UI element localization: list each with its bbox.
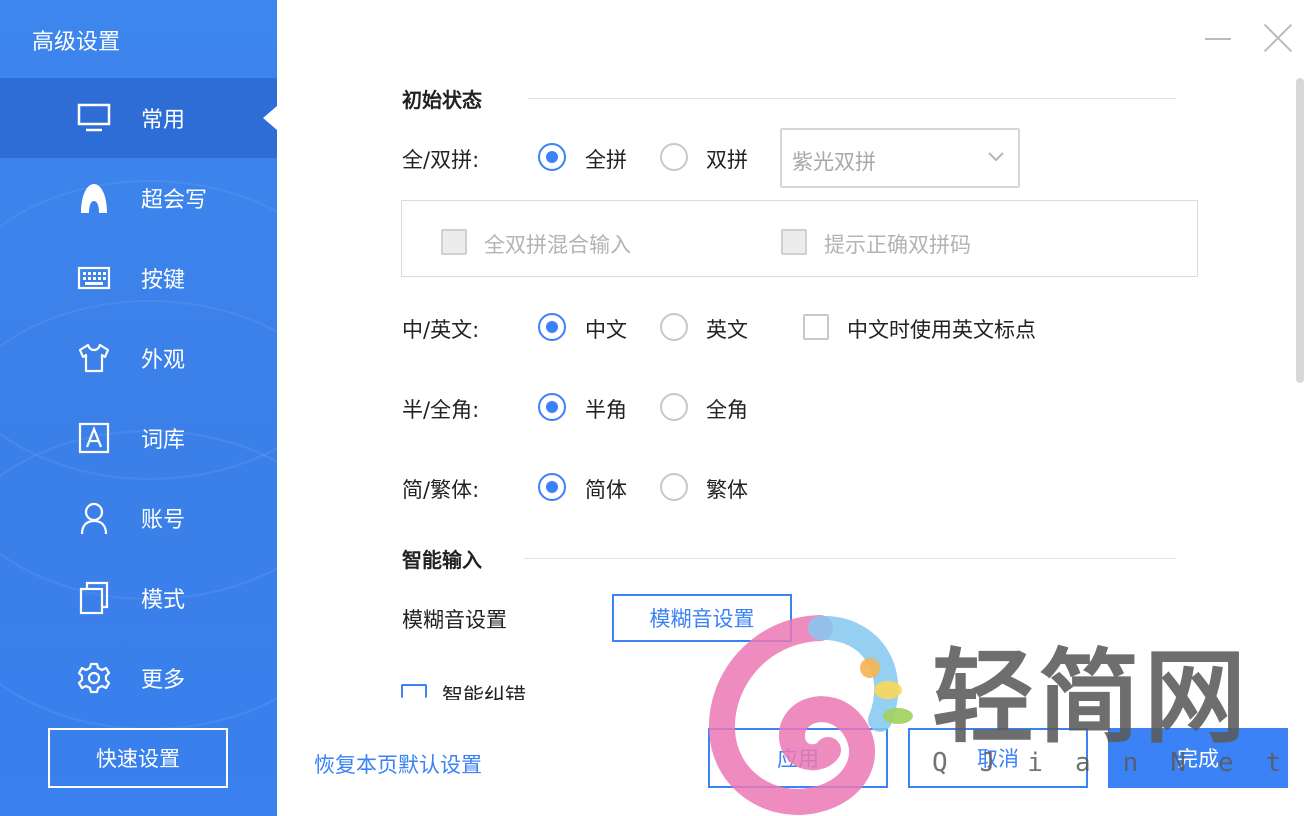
sidebar-item-common[interactable]: 常用 (0, 78, 277, 158)
double-pinyin-label: 双拼 (706, 148, 748, 172)
english-punctuation-label: 中文时使用英文标点 (847, 318, 1036, 342)
english-punctuation-checkbox[interactable] (803, 314, 829, 340)
radio-full-pinyin[interactable] (538, 143, 566, 171)
full-width-label: 全角 (706, 398, 748, 422)
gear-icon (76, 660, 112, 696)
sidebar-title: 高级设置 (32, 30, 121, 55)
show-correct-code-label: 提示正确双拼码 (824, 233, 971, 257)
sidebar-item-dictionary[interactable]: 词库 (0, 398, 277, 478)
monitor-icon (76, 100, 112, 136)
quick-setup-button[interactable]: 快速设置 (48, 728, 228, 788)
sidebar-item-label: 按键 (141, 268, 186, 293)
scrollbar[interactable] (1296, 78, 1304, 383)
user-icon (76, 500, 112, 536)
close-icon[interactable] (1262, 22, 1294, 54)
mixed-input-label: 全双拼混合输入 (484, 233, 631, 257)
sidebar-item-label: 外观 (141, 348, 186, 373)
half-width-label: 半角 (585, 398, 627, 422)
cancel-button[interactable]: 取消 (908, 728, 1088, 788)
mixed-input-checkbox[interactable] (441, 229, 467, 255)
radio-english[interactable] (660, 313, 688, 341)
section-divider (524, 558, 1176, 559)
keyboard-icon (76, 260, 112, 296)
sidebar-item-label: 常用 (141, 108, 186, 133)
fuzzy-sound-settings-button[interactable]: 模糊音设置 (612, 594, 792, 642)
full-pinyin-label: 全拼 (585, 148, 627, 172)
sidebar-item-label: 更多 (141, 668, 186, 693)
sidebar-item-super-write[interactable]: 超会写 (0, 158, 277, 238)
radio-traditional[interactable] (660, 473, 688, 501)
sidebar-item-label: 超会写 (141, 188, 208, 213)
radio-simplified[interactable] (538, 473, 566, 501)
apply-button[interactable]: 应用 (708, 728, 888, 788)
english-label: 英文 (706, 318, 748, 342)
restore-defaults-link[interactable]: 恢复本页默认设置 (314, 749, 482, 779)
sidebar-item-keys[interactable]: 按键 (0, 238, 277, 318)
smart-correction-label: 智能纠错 (442, 684, 526, 700)
radio-full-width[interactable] (660, 393, 688, 421)
section-title-initial-state: 初始状态 (402, 88, 482, 112)
shirt-icon (76, 340, 112, 376)
select-value: 紫光双拼 (792, 150, 876, 174)
simplified-label: 简体 (585, 478, 627, 502)
script-label: 简/繁体: (402, 478, 480, 502)
sidebar-item-account[interactable]: 账号 (0, 478, 277, 558)
show-correct-code-checkbox[interactable] (781, 229, 807, 255)
section-divider (528, 98, 1176, 99)
mode-icon (76, 580, 112, 616)
sidebar-item-appearance[interactable]: 外观 (0, 318, 277, 398)
chevron-down-icon (988, 148, 1004, 164)
sidebar-item-label: 词库 (141, 428, 186, 453)
radio-double-pinyin[interactable] (660, 143, 688, 171)
fuzzy-sound-label: 模糊音设置 (402, 608, 507, 632)
dictionary-icon (76, 420, 112, 456)
radio-half-width[interactable] (538, 393, 566, 421)
sidebar-item-label: 账号 (141, 508, 186, 533)
smart-correction-checkbox[interactable] (401, 684, 427, 698)
sidebar: 高级设置 常用 超会写 按键 外观 词库 账号 模式 更多 快速设置 (0, 0, 277, 816)
radio-chinese[interactable] (538, 313, 566, 341)
pen-icon (76, 180, 112, 216)
width-label: 半/全角: (402, 398, 480, 422)
double-pinyin-scheme-select[interactable]: 紫光双拼 (780, 128, 1020, 188)
chinese-label: 中文 (585, 318, 627, 342)
active-indicator (263, 106, 277, 130)
sidebar-item-label: 模式 (141, 588, 186, 613)
language-label: 中/英文: (402, 318, 480, 342)
done-button[interactable]: 完成 (1108, 728, 1288, 788)
sidebar-item-mode[interactable]: 模式 (0, 558, 277, 638)
traditional-label: 繁体 (706, 478, 748, 502)
sidebar-item-more[interactable]: 更多 (0, 638, 277, 718)
pinyin-mode-label: 全/双拼: (402, 148, 480, 172)
section-title-smart-input: 智能输入 (402, 548, 482, 572)
minimize-icon[interactable] (1205, 38, 1231, 40)
